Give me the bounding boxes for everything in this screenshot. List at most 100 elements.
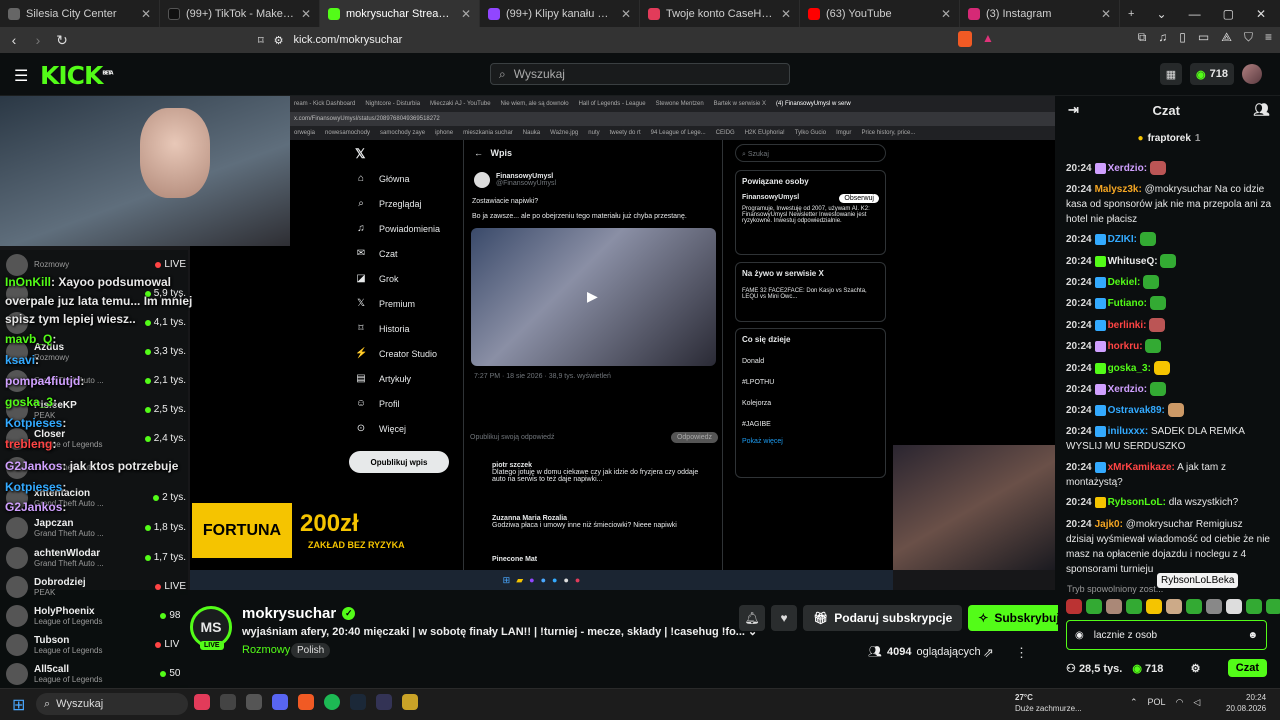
windows-start-icon[interactable]: ⊞ <box>12 695 25 715</box>
back-icon[interactable]: ‹ <box>4 32 24 48</box>
app-icon[interactable] <box>220 694 236 710</box>
emote-icon[interactable] <box>1206 599 1222 614</box>
subscribe-button[interactable]: ✧ Subskrybuj <box>968 605 1070 631</box>
emote-icon[interactable] <box>1106 599 1122 614</box>
app-icon[interactable] <box>194 694 210 710</box>
list-item[interactable]: All5call League of Legends 500 <box>6 659 186 688</box>
more-icon[interactable]: ⋮ <box>1015 645 1028 661</box>
minimize-icon[interactable]: — <box>1189 7 1201 21</box>
follow-heart-icon[interactable]: ♥ <box>771 605 797 631</box>
chat-settings-icon[interactable]: ⚙ <box>1191 662 1201 675</box>
taskbar-clock[interactable]: 20:24 20.08.2026 <box>1226 692 1266 714</box>
trends-title: Co się dzieje <box>742 335 791 344</box>
close-icon[interactable]: ✕ <box>141 7 151 21</box>
chat-users-icon[interactable]: 👥︎ <box>1253 102 1270 118</box>
msg-time: 20:24 <box>1066 405 1092 416</box>
tab-4[interactable]: Twoje konto CaseHug – Ekwipunek ✕ <box>640 0 800 27</box>
pinned-gift[interactable]: ● fraptorek 1 <box>1058 128 1280 148</box>
badge-icon <box>1094 340 1106 352</box>
site-info-icon[interactable]: ⚙ <box>274 34 284 47</box>
chat-input[interactable]: ◉ lacznie z osob ☻ <box>1066 620 1267 650</box>
wallet-icon[interactable]: ▭ <box>1198 30 1209 45</box>
emote-icon[interactable] <box>1126 599 1142 614</box>
spotify-icon[interactable] <box>324 694 340 710</box>
stream-category[interactable]: Rozmowy <box>242 644 290 656</box>
close-icon[interactable]: ✕ <box>1101 7 1111 21</box>
close-window-icon[interactable]: ✕ <box>1256 7 1266 21</box>
close-icon[interactable]: ✕ <box>621 7 631 21</box>
channel-points[interactable]: ◉ 718 <box>1132 662 1163 675</box>
emote-icon[interactable] <box>1186 599 1202 614</box>
hamburger-menu-icon[interactable]: ☰ <box>14 66 28 86</box>
emote-icon[interactable] <box>1266 599 1280 614</box>
discord-icon[interactable] <box>272 694 288 710</box>
bookmark-icon[interactable]: ⌑ <box>258 34 264 47</box>
forward-icon[interactable]: › <box>28 32 48 48</box>
reload-icon[interactable]: ↻ <box>52 32 72 49</box>
close-icon[interactable]: ✕ <box>461 7 471 21</box>
gift-subs-button[interactable]: 🎁︎ Podaruj subskrypcje <box>803 605 963 631</box>
menu-icon[interactable]: ≡ <box>1265 30 1272 45</box>
tab-list-icon[interactable]: ⌄ <box>1157 7 1167 21</box>
sidebar-icon[interactable]: ▯ <box>1179 30 1186 45</box>
dashboard-button[interactable]: ▦ <box>1160 63 1182 85</box>
list-item[interactable]: HolyPhoenix League of Legends 988 <box>6 601 186 630</box>
emote-icon[interactable] <box>1146 599 1162 614</box>
list-item[interactable]: achtenWlodar Grand Theft Auto ... 1,7 tys. <box>6 543 186 572</box>
tab-2[interactable]: mokrysuchar Stream - Watch ✕ <box>320 0 480 27</box>
channel-name[interactable]: mokrysuchar ✓ <box>242 605 356 622</box>
maximize-icon[interactable]: ▢ <box>1223 7 1234 21</box>
app-icon[interactable] <box>402 694 418 710</box>
translate-icon[interactable]: ⟁ <box>1221 30 1232 45</box>
app-icon[interactable] <box>246 694 262 710</box>
tab-1[interactable]: (99+) TikTok - Make Your Day ✕ <box>160 0 320 27</box>
taskbar-search[interactable]: ⌕ Wyszukaj <box>36 693 188 715</box>
emote-icon[interactable] <box>1166 599 1182 614</box>
close-icon[interactable]: ✕ <box>301 7 311 21</box>
list-item[interactable]: Tubson League of Legends LIVE <box>6 630 186 659</box>
tab-6[interactable]: (3) Instagram ✕ <box>960 0 1120 27</box>
overlay-chat-line: Kotpieses: <box>5 416 66 430</box>
brave-icon[interactable] <box>298 694 314 710</box>
emote-icon[interactable] <box>1066 599 1082 614</box>
user-avatar[interactable] <box>1241 64 1262 84</box>
emote-icon[interactable] <box>1226 599 1242 614</box>
music-icon[interactable]: ♫ <box>1158 30 1167 45</box>
list-item[interactable]: Dobrodziej PEAK LIVE <box>6 572 186 601</box>
brave-rewards-icon[interactable]: ▲ <box>982 31 994 47</box>
steam-icon[interactable] <box>350 694 366 710</box>
reply-icon[interactable]: ◉ <box>1075 630 1084 641</box>
language-badge[interactable]: Polish <box>291 643 331 658</box>
tweet-text-1: Zostawiacie napiwki? <box>472 198 539 205</box>
extension-icon[interactable]: ⧉ <box>1138 30 1147 45</box>
weather-widget[interactable]: 27°C Duże zachmurze... <box>1015 692 1082 714</box>
list-item[interactable]: Japczan Grand Theft Auto ... 1,8 tys. <box>6 513 186 542</box>
chevron-up-icon[interactable]: ⌃ <box>1130 697 1138 708</box>
close-icon[interactable]: ✕ <box>781 7 791 21</box>
volume-icon[interactable]: ◁ <box>1193 697 1200 708</box>
share-icon[interactable]: ⇗ <box>983 645 994 661</box>
search-input[interactable]: ⌕ Wyszukaj <box>490 63 790 85</box>
send-chat-button[interactable]: Czat <box>1227 659 1267 677</box>
app-icon[interactable] <box>376 694 392 710</box>
emote-icon[interactable] <box>1246 599 1262 614</box>
kicks-balance[interactable]: ⚇ 28,5 tys. <box>1066 662 1122 675</box>
msg-time: 20:24 <box>1066 163 1092 174</box>
emote-icon[interactable] <box>1086 599 1102 614</box>
close-icon[interactable]: ✕ <box>941 7 951 21</box>
tab-5[interactable]: (63) YouTube ✕ <box>800 0 960 27</box>
language-indicator[interactable]: POL <box>1148 697 1166 708</box>
vpn-icon[interactable]: ⛉ <box>1244 30 1253 45</box>
new-tab-button[interactable]: + <box>1120 0 1150 27</box>
collapse-chat-icon[interactable]: ⇥ <box>1068 102 1079 118</box>
wifi-icon[interactable]: ◠ <box>1176 697 1184 708</box>
address-bar[interactable]: ⌑ ⚙ kick.com/mokrysuchar <box>258 30 950 50</box>
brave-shield-icon[interactable] <box>958 31 972 47</box>
emoji-picker-icon[interactable]: ☻ <box>1247 630 1258 641</box>
tab-0[interactable]: Silesia City Center ✕ <box>0 0 160 27</box>
points-badge[interactable]: ◉ 718 <box>1190 63 1234 85</box>
tab-3[interactable]: (99+) Klipy kanału Paamelka - Twitch ✕ <box>480 0 640 27</box>
kick-logo[interactable]: KICKBETA <box>40 61 114 90</box>
x-nav-item: ▤ Artykuły <box>355 373 411 384</box>
notification-bell-icon[interactable]: 🔔︎ <box>739 605 765 631</box>
